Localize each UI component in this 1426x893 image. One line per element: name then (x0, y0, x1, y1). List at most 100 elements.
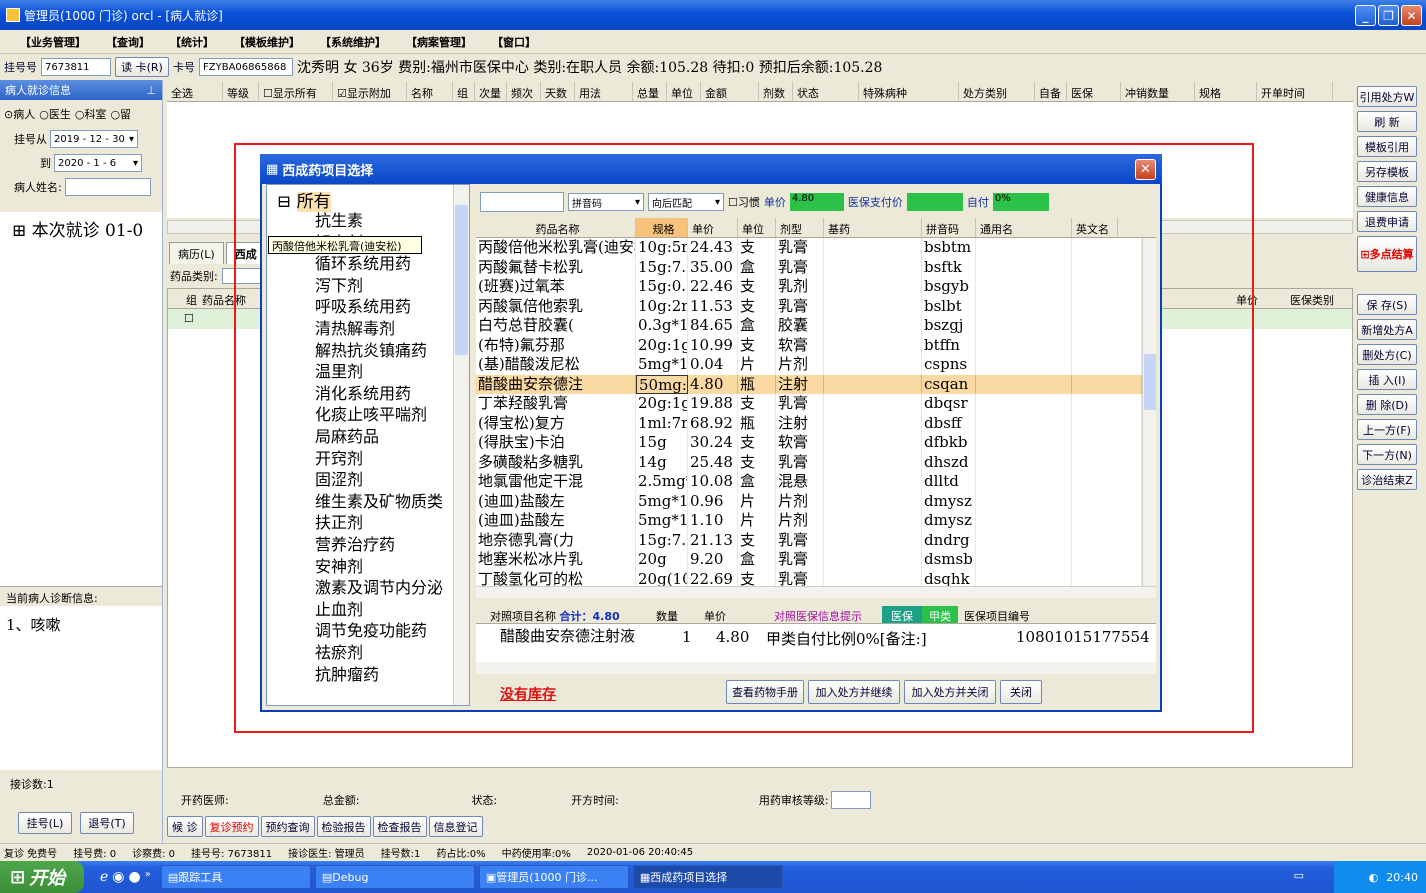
finish-visit-button[interactable]: 诊治结束Z (1357, 469, 1417, 490)
drug-row[interactable]: (基)醋酸泼尼松5mg*100s0.04片片剂 cspns (476, 355, 1142, 375)
drug-grid[interactable]: 丙酸倍他米松乳膏(迪安松)10g:5mg24.43支乳膏bsbtm丙酸氟替卡松乳… (476, 238, 1142, 586)
task-admin[interactable]: ▣ 管理员(1000 门诊... (478, 865, 629, 889)
pin-icon[interactable]: ⊥ (146, 84, 156, 97)
tree-node[interactable]: 祛瘀剂 (315, 639, 363, 663)
tree-node[interactable]: 扶正剂 (315, 509, 363, 533)
tree-node[interactable]: 呼吸系统用药 (315, 293, 411, 317)
delete-rx-button[interactable]: 删处方(C) (1357, 344, 1417, 365)
revisit-button[interactable]: 复诊预约 (204, 816, 259, 837)
radio-patient[interactable]: ⊙病人 (4, 106, 35, 122)
task-debug[interactable]: ▤ Debug (314, 865, 475, 889)
match-mode-select[interactable]: 向后匹配 ▾ (648, 193, 724, 211)
tree-node[interactable]: 泻下剂 (315, 272, 363, 296)
info-register-button[interactable]: 信息登记 (428, 816, 483, 837)
browser-icon[interactable]: ◉ (112, 869, 124, 885)
tree-node[interactable]: 维生素及矿物质类 (315, 488, 443, 512)
tree-node[interactable]: 安神剂 (315, 553, 363, 577)
register-button[interactable]: 挂号(L) (18, 812, 72, 834)
appointment-query-button[interactable]: 预约查询 (260, 816, 315, 837)
lab-report-button[interactable]: 检验报告 (316, 816, 371, 837)
tree-node[interactable]: 温里剂 (315, 358, 363, 382)
search-input[interactable] (480, 192, 564, 212)
menu-system[interactable]: 【系统维护】 (312, 34, 394, 50)
grid-hscrollbar[interactable] (476, 586, 1156, 598)
chevron-down-icon[interactable]: ▾ (715, 197, 720, 208)
menu-template[interactable]: 【模板维护】 (226, 34, 308, 50)
menu-query[interactable]: 【查询】 (98, 34, 158, 50)
date-to-picker[interactable]: 2020 - 1 - 6 ▾ (54, 154, 142, 172)
refund-request-button[interactable]: 退费申请 (1357, 211, 1417, 232)
more-icon[interactable]: » (145, 869, 151, 885)
chevron-down-icon[interactable]: ▾ (635, 197, 640, 208)
tree-node[interactable]: 固涩剂 (315, 466, 363, 490)
read-card-button[interactable]: 读 卡(R) (115, 57, 169, 77)
drug-row[interactable]: 地奈德乳膏(力15g:7.5m21.13支乳膏 dndrg (476, 530, 1142, 550)
multi-settle-button[interactable]: ⊞ 多点结算 (1357, 236, 1417, 272)
add-close-button[interactable]: 加入处方并关闭 (904, 680, 996, 704)
radio-stay[interactable]: ○留 (110, 106, 131, 122)
visit-tree-node[interactable]: ⊞ 本次就诊 01-0 (0, 212, 162, 245)
ie-icon[interactable]: ℯ (100, 869, 108, 885)
task-trace-tool[interactable]: ▤ 跟踪工具 (160, 865, 311, 889)
menu-stats[interactable]: 【统计】 (162, 34, 222, 50)
scroll-thumb[interactable] (1144, 354, 1156, 410)
card-number-input[interactable]: FZYBA06865868 (199, 58, 293, 76)
reg-number-input[interactable]: 7673811 (41, 58, 111, 76)
drug-row[interactable]: 丙酸氟替卡松乳15g:7.5m35.00盒乳膏 bsftk (476, 257, 1142, 277)
tree-node[interactable]: 局麻药品 (315, 423, 379, 447)
task-drug-select[interactable]: ▦ 西成药项目选择 (632, 865, 783, 889)
chevron-down-icon[interactable]: ▾ (129, 134, 134, 145)
drug-row[interactable]: (得宝松)复方1ml:7mg68.92瓶注射 dbsff (476, 413, 1142, 433)
waiting-button[interactable]: 候 诊 (167, 816, 203, 837)
save-button[interactable]: 保 存(S) (1357, 294, 1417, 315)
drug-row[interactable]: (迪皿)盐酸左5mg*150.96片片剂 dmysz (476, 491, 1142, 511)
close-icon[interactable]: ✕ (1401, 5, 1422, 26)
delete-button[interactable]: 删 除(D) (1357, 394, 1417, 415)
row-checkbox[interactable]: ☐ (184, 312, 194, 325)
network-icon[interactable]: ◐ (1369, 871, 1379, 884)
col-show-extra[interactable]: ☑显示附加 (333, 82, 407, 101)
audit-input[interactable] (830, 791, 871, 809)
drug-row[interactable]: 丙酸倍他米松乳膏(迪安松)10g:5mg24.43支乳膏 bsbtm (476, 238, 1142, 258)
drug-row[interactable]: 地塞米松冰片乳 20g 9.20 盒乳膏 dsmsb (476, 550, 1142, 570)
exam-report-button[interactable]: 检查报告 (372, 816, 427, 837)
drug-row[interactable]: 丁酸氢化可的松20g(10g22.69支乳膏 dsqhk (476, 569, 1142, 586)
drug-row[interactable]: 醋酸曲安奈德注50mg:5ml4.80瓶注射 csqan (476, 374, 1142, 394)
tree-node[interactable]: 消化系统用药 (315, 380, 411, 404)
prev-rx-button[interactable]: 上一方(F) (1357, 419, 1417, 440)
close-icon[interactable]: ✕ (1135, 159, 1156, 180)
patient-name-input[interactable] (64, 178, 151, 196)
health-info-button[interactable]: 健康信息 (1357, 186, 1417, 207)
drug-row[interactable]: (班赛)过氧苯15g:0.7522.46支乳剂 bsgyb (476, 277, 1142, 297)
insert-button[interactable]: 插 入(I) (1357, 369, 1417, 390)
habit-checkbox[interactable]: ☐习惯 (728, 194, 760, 210)
close-button[interactable]: 关闭 (1000, 680, 1042, 704)
keyboard-icon[interactable]: ▭ (1294, 869, 1304, 882)
drug-row[interactable]: 多磺酸粘多糖乳 14g 25.48 支乳膏 dhszd (476, 452, 1142, 472)
drug-row[interactable]: 地氯雷他定干混2.5mg*2010.08盒混悬 dlltd (476, 472, 1142, 492)
search-mode-select[interactable]: 拼音码 ▾ (568, 193, 644, 211)
grid-scrollbar[interactable] (1142, 238, 1156, 586)
refresh-button[interactable]: 刷 新 (1357, 111, 1417, 132)
menu-records[interactable]: 【病案管理】 (398, 34, 480, 50)
drug-row[interactable]: 白芍总苷胶囊(0.3g*12s84.65盒胶囊 bszgj (476, 316, 1142, 336)
new-rx-button[interactable]: 新增处方A (1357, 319, 1417, 340)
radio-doctor[interactable]: ○医生 (39, 106, 71, 122)
tree-node[interactable]: 止血剂 (315, 596, 363, 620)
drug-row[interactable]: (布特)氟芬那 20g:1g 10.99 支软膏 btffn (476, 335, 1142, 355)
tree-node[interactable]: 开窍剂 (315, 445, 363, 469)
tree-node[interactable]: 清热解毒剂 (315, 315, 395, 339)
minimize-icon[interactable]: _ (1355, 5, 1376, 26)
next-rx-button[interactable]: 下一方(N) (1357, 444, 1417, 465)
start-button[interactable]: ⊞ 开始 (0, 861, 84, 893)
menu-window[interactable]: 【窗口】 (484, 34, 544, 50)
tree-node[interactable]: 营养治疗药 (315, 531, 395, 555)
save-template-button[interactable]: 另存模板 (1357, 161, 1417, 182)
template-quote-button[interactable]: 模板引用 (1357, 136, 1417, 157)
radio-dept[interactable]: ○科室 (75, 106, 107, 122)
chevron-down-icon[interactable]: ▾ (133, 158, 138, 169)
compare-row[interactable]: 醋酸曲安奈德注射液 1 4.80 甲类自付比例0%[备注:] 108010151… (476, 624, 1156, 662)
menu-business[interactable]: 【业务管理】 (12, 34, 94, 50)
restore-icon[interactable]: ❐ (1378, 5, 1399, 26)
tree-node[interactable]: 化痰止咳平喘剂 (315, 401, 427, 425)
